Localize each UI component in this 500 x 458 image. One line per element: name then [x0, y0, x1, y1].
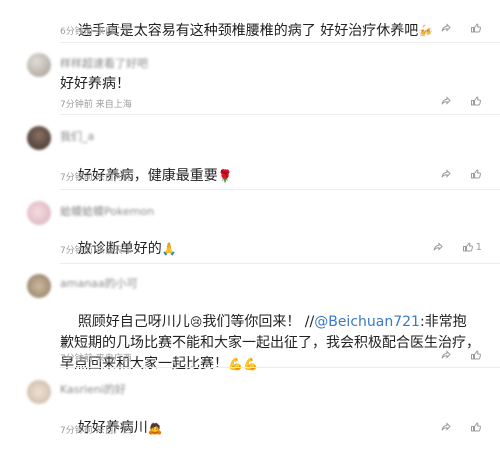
- avatar[interactable]: [27, 126, 51, 150]
- comment-time: 7分钟前: [60, 100, 93, 110]
- comment-location: 来自广西: [95, 354, 132, 364]
- comment-item: 样样超速看了好吧 好好养病！ 7分钟前 来自上海: [0, 43, 500, 114]
- thumbs-up-icon[interactable]: [470, 349, 482, 361]
- like-button[interactable]: 1: [462, 241, 482, 253]
- comment-username[interactable]: 样样超速看了好吧: [60, 55, 148, 71]
- comment-meta: 6分钟前 来自广东: [60, 24, 132, 37]
- comment-time: 7分钟前: [60, 354, 93, 364]
- comment-item: 选手真是太容易有这种颈椎腰椎的病了 好好治疗休养吧🍻 6分钟前 来自广东: [0, 0, 500, 42]
- comment-username[interactable]: Kasrieni的好: [60, 381, 126, 397]
- thumbs-up-icon[interactable]: [470, 168, 482, 180]
- comment-username[interactable]: amanaa的小可: [60, 275, 138, 291]
- comment-meta: 7分钟前 来自广西: [60, 351, 132, 364]
- share-icon[interactable]: [440, 168, 452, 180]
- thumbs-up-icon[interactable]: [470, 95, 482, 107]
- share-icon[interactable]: [432, 241, 444, 253]
- avatar[interactable]: [27, 380, 51, 404]
- comment-item: Kasrieni的好 好好养病川🙇 7分钟前 来自广西: [0, 368, 500, 440]
- thumbs-up-icon[interactable]: [470, 421, 482, 433]
- comment-time: 7分钟前: [60, 173, 93, 183]
- comment-meta: 7分钟前 来自广西: [60, 423, 132, 436]
- share-icon[interactable]: [440, 95, 452, 107]
- comment-time: 7分钟前: [60, 426, 93, 436]
- share-icon[interactable]: [440, 22, 452, 34]
- comment-location: 来自河北: [95, 173, 132, 183]
- avatar[interactable]: [27, 201, 51, 225]
- comment-meta: 7分钟前 来自天津: [60, 243, 132, 256]
- share-icon[interactable]: [440, 349, 452, 361]
- avatar[interactable]: [27, 53, 51, 77]
- comment-meta: 7分钟前 来自上海: [60, 97, 132, 110]
- mention-link[interactable]: @Beichuan721: [314, 314, 420, 330]
- avatar[interactable]: [27, 274, 51, 298]
- thumbs-up-icon: [462, 242, 473, 252]
- comment-username[interactable]: 我们_a: [60, 128, 94, 144]
- share-icon[interactable]: [440, 421, 452, 433]
- comment-time: 7分钟前: [60, 246, 93, 256]
- comment-username[interactable]: 蛤蟆蛤蟆Pokemon: [60, 203, 154, 219]
- comment-item: 蛤蟆蛤蟆Pokemon 放诊断单好的🙏 7分钟前 来自天津 1: [0, 190, 500, 263]
- comment-location: 来自广西: [95, 426, 132, 436]
- comment-text: 好好养病！: [60, 76, 130, 92]
- like-count: 1: [475, 241, 482, 253]
- comment-location: 来自上海: [95, 100, 132, 110]
- comment-time: 6分钟前: [60, 27, 93, 37]
- comment-item: 我们_a 好好养病，健康最重要🌹 7分钟前 来自河北: [0, 115, 500, 189]
- comment-location: 来自天津: [95, 246, 132, 256]
- thumbs-up-icon[interactable]: [470, 22, 482, 34]
- comment-location: 来自广东: [95, 27, 132, 37]
- comment-item: amanaa的小可 照顾好自己呀川儿😢我们等你回来！ //@Beichuan72…: [0, 264, 500, 372]
- comment-meta: 7分钟前 来自河北: [60, 170, 132, 183]
